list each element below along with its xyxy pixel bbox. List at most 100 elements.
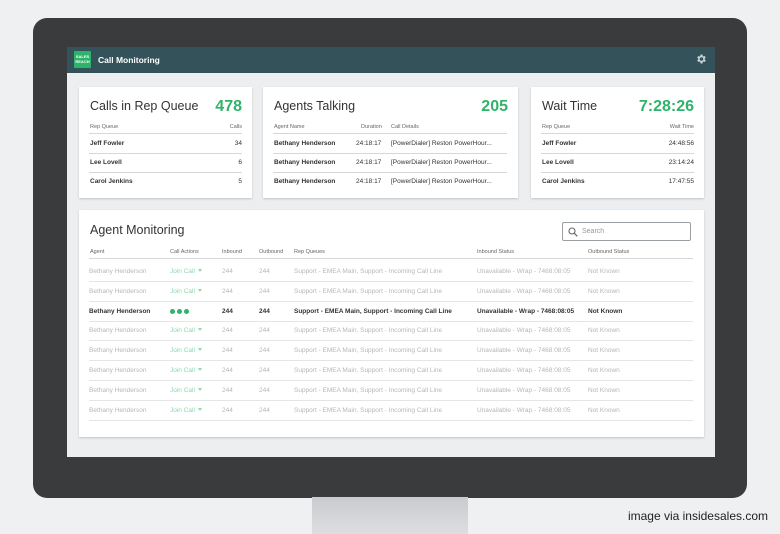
chevron-down-icon[interactable] bbox=[197, 348, 202, 352]
queue-name[interactable]: Carol Jenkins bbox=[542, 178, 585, 185]
join-call-label: Join Call bbox=[170, 327, 195, 335]
inbound-count: 244 bbox=[222, 268, 233, 275]
col-wait-time: Wait Time bbox=[669, 124, 694, 130]
agent-name[interactable]: Bethany Henderson bbox=[274, 140, 335, 147]
outbound-status: Not Known bbox=[588, 287, 620, 295]
call-duration: 24:18:17 bbox=[356, 140, 382, 147]
col-agent-name: Agent Name bbox=[274, 124, 305, 130]
col-agent: Agent bbox=[90, 249, 105, 255]
call-details: [PowerDialer] Reston PowerHour... bbox=[391, 140, 492, 147]
divider bbox=[89, 153, 242, 154]
outbound-count: 244 bbox=[259, 327, 270, 335]
outbound-status: Not Known bbox=[588, 347, 620, 355]
col-outbound: Outbound bbox=[259, 249, 284, 255]
divider bbox=[89, 172, 242, 173]
chevron-down-icon[interactable] bbox=[197, 269, 202, 272]
image-caption: image via insidesales.com bbox=[627, 509, 768, 523]
divider bbox=[89, 419, 693, 421]
join-call-label: Join Call bbox=[170, 287, 195, 295]
table-row[interactable]: Bethany Henderson 244 244 Support - EMEA Ma… bbox=[89, 341, 693, 362]
dots-icon[interactable] bbox=[170, 308, 189, 314]
rep-queues: Support - EMEA Main, Support - Incoming … bbox=[294, 406, 443, 414]
card-title: Agents Talking bbox=[274, 99, 356, 113]
outbound-status: Not Known bbox=[588, 307, 623, 315]
rep-queues: Support - EMEA Main, Support - Incoming … bbox=[294, 347, 443, 355]
rep-queues: Support - EMEA Main, Support - Incoming … bbox=[294, 287, 443, 295]
agent-name: Bethany Henderson bbox=[89, 347, 147, 355]
card-title: Wait Time bbox=[542, 99, 598, 113]
agents-talking-count: 205 bbox=[481, 98, 508, 115]
agent-name: Bethany Henderson bbox=[89, 268, 147, 275]
agent-name[interactable]: Bethany Henderson bbox=[274, 159, 335, 166]
chevron-down-icon[interactable] bbox=[197, 387, 202, 391]
chevron-down-icon[interactable] bbox=[197, 368, 202, 371]
join-call-label: Join Call bbox=[170, 347, 195, 355]
divider bbox=[541, 153, 694, 154]
outbound-count: 244 bbox=[259, 386, 270, 394]
join-call-button[interactable]: Join Call bbox=[170, 347, 202, 354]
join-call-button[interactable]: Join Call bbox=[170, 387, 202, 394]
queue-name[interactable]: Carol Jenkins bbox=[90, 178, 133, 185]
agent-monitoring-panel: Agent Monitoring Agent Call Actions Inbo… bbox=[79, 210, 704, 437]
outbound-count: 244 bbox=[259, 406, 270, 414]
col-inbound-status: Inbound Status bbox=[477, 249, 515, 255]
outbound-count: 244 bbox=[259, 367, 270, 374]
queue-name[interactable]: Lee Lovell bbox=[542, 159, 574, 166]
table-row[interactable]: Bethany Henderson 244 244 Support - EMEA Ma… bbox=[89, 401, 693, 421]
inbound-status: Unavailable - Wrap - 7468:08:05 bbox=[477, 386, 571, 394]
inbound-status: Unavailable - Wrap - 7468:08:05 bbox=[477, 307, 575, 315]
join-call-button[interactable]: Join Call bbox=[170, 288, 202, 295]
app-title: Call Monitoring bbox=[98, 55, 160, 65]
table-row[interactable]: Bethany Henderson 244 244 Support - EMEA Ma… bbox=[89, 381, 693, 401]
panel-title: Agent Monitoring bbox=[90, 223, 185, 237]
search-box[interactable] bbox=[562, 222, 691, 241]
wait-time-value: 7:28:26 bbox=[638, 98, 694, 115]
table-row[interactable]: Bethany Henderson 244 244 Support - EMEA Ma… bbox=[89, 282, 693, 302]
table-row[interactable]: Bethany Henderson 244 244 Support - EMEA Ma… bbox=[89, 302, 693, 322]
agent-name: Bethany Henderson bbox=[89, 307, 151, 315]
agent-name: Bethany Henderson bbox=[89, 406, 147, 414]
gear-icon[interactable] bbox=[695, 53, 707, 65]
inbound-count: 244 bbox=[222, 347, 233, 355]
col-call-details: Call Details bbox=[391, 124, 419, 130]
logo-text: SALES REACH bbox=[75, 54, 90, 64]
dot bbox=[177, 308, 182, 314]
join-call-button[interactable]: Join Call bbox=[170, 407, 202, 414]
join-call-button[interactable]: Join Call bbox=[170, 367, 202, 374]
chevron-down-icon[interactable] bbox=[197, 328, 202, 332]
dot bbox=[170, 308, 175, 314]
queue-name[interactable]: Jeff Fowler bbox=[90, 140, 124, 147]
divider bbox=[89, 133, 242, 134]
agents-talking-card: Agents Talking 205 Agent Name Duration C… bbox=[263, 87, 518, 198]
chevron-down-icon[interactable] bbox=[197, 288, 202, 292]
search-input[interactable] bbox=[582, 226, 687, 237]
rep-queues: Support - EMEA Main, Support - Incoming … bbox=[294, 327, 443, 335]
outbound-status: Not Known bbox=[588, 367, 620, 374]
rep-queues: Support - EMEA Main, Support - Incoming … bbox=[294, 367, 443, 374]
table-row[interactable]: Bethany Henderson 244 244 Support - EMEA Ma… bbox=[89, 361, 693, 381]
monitor-stand bbox=[312, 497, 468, 534]
queue-calls: 34 bbox=[234, 140, 242, 147]
card-title: Calls in Rep Queue bbox=[90, 99, 199, 113]
agent-name: Bethany Henderson bbox=[89, 327, 147, 335]
join-call-button[interactable]: Join Call bbox=[170, 327, 202, 334]
rep-queues: Support - EMEA Main, Support - Incoming … bbox=[294, 268, 443, 275]
outbound-status: Not Known bbox=[588, 327, 620, 335]
agent-name[interactable]: Bethany Henderson bbox=[274, 178, 335, 185]
col-calls: Calls bbox=[229, 124, 242, 130]
join-call-button[interactable]: Join Call bbox=[170, 268, 202, 275]
dot bbox=[184, 308, 189, 314]
outbound-status: Not Known bbox=[588, 386, 620, 394]
inbound-count: 244 bbox=[222, 287, 233, 295]
table-row[interactable]: Bethany Henderson 244 244 Support - EMEA Ma… bbox=[89, 321, 693, 342]
divider bbox=[541, 133, 694, 134]
table-row[interactable]: Bethany Henderson 244 244 Support - EMEA Ma… bbox=[89, 262, 693, 282]
wait-value: 17:47:55 bbox=[668, 178, 694, 185]
queue-name[interactable]: Jeff Fowler bbox=[542, 140, 576, 147]
chevron-down-icon[interactable] bbox=[197, 407, 202, 411]
agent-name: Bethany Henderson bbox=[89, 367, 147, 374]
queue-name[interactable]: Lee Lovell bbox=[90, 159, 122, 166]
join-call-label: Join Call bbox=[170, 406, 195, 414]
inbound-status: Unavailable - Wrap - 7468:08:05 bbox=[477, 347, 571, 355]
join-call-label: Join Call bbox=[170, 268, 195, 275]
